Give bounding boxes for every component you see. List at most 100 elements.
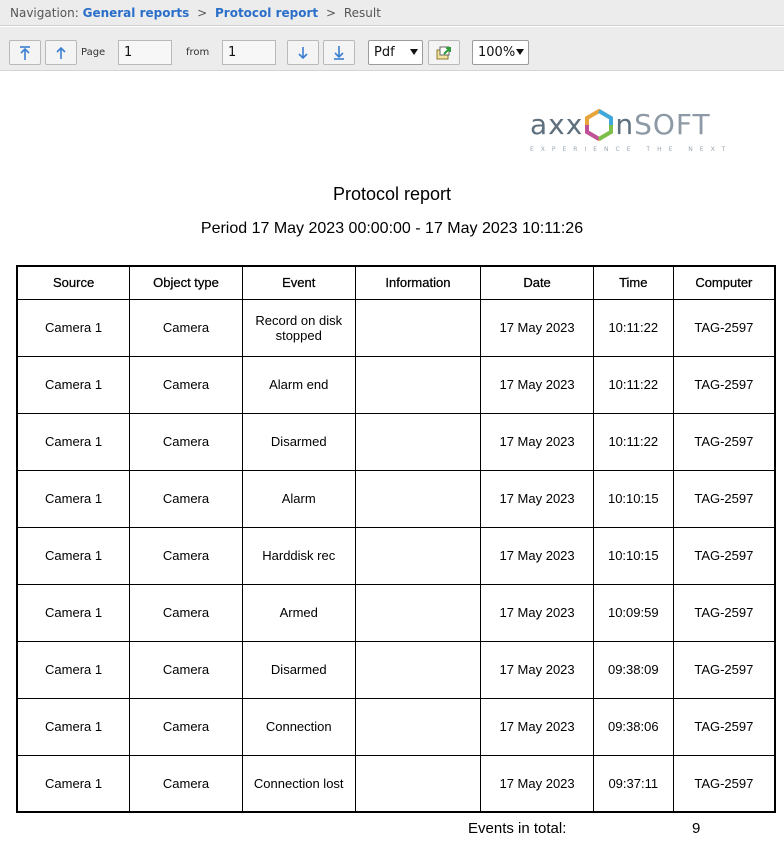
column-header-time: Time (592, 265, 674, 300)
report-period: Period 17 May 2023 00:00:00 - 17 May 202… (200, 220, 584, 237)
cell-information (354, 526, 482, 585)
cell-information (354, 640, 482, 699)
cell-time: 10:11:22 (592, 298, 674, 357)
cell-computer: TAG-2597 (672, 754, 776, 813)
cell-computer: TAG-2597 (672, 697, 776, 756)
cell-information (354, 697, 482, 756)
navigation-bar: Navigation: General reports > Protocol r… (0, 0, 784, 26)
from-label: from (186, 47, 210, 58)
cell-source: Camera 1 (16, 412, 131, 471)
cell-source: Camera 1 (16, 583, 131, 642)
chevron-down-icon (516, 49, 524, 55)
cell-object-type: Camera (129, 697, 243, 756)
previous-page-button[interactable] (45, 40, 77, 65)
cell-time: 10:11:22 (592, 355, 674, 414)
zoom-select[interactable]: 100% (472, 40, 529, 65)
cell-time: 10:09:59 (592, 583, 674, 642)
cell-source: Camera 1 (16, 640, 131, 699)
cell-object-type: Camera (129, 412, 243, 471)
logo-hexagon-icon (585, 109, 614, 141)
table-row: Camera 1 Camera Disarmed 17 May 2023 10:11:2… (16, 412, 776, 471)
cell-event: Connection lost (241, 754, 356, 813)
table-row: Camera 1 Camera Harddisk rec 17 May 2023 10:… (16, 526, 776, 585)
events-total-label: Events in total: (468, 820, 567, 837)
table-body: Camera 1 Camera Record on disk stopped 17 M… (16, 298, 776, 813)
cell-information (354, 469, 482, 528)
logo-wordmark: axx n SOFT (530, 108, 711, 141)
next-page-button[interactable] (287, 40, 319, 65)
cell-time: 09:38:09 (592, 640, 674, 699)
navigation-label: Navigation: (10, 6, 79, 20)
table-row: Camera 1 Camera Alarm 17 May 2023 10:10:15 TA… (16, 469, 776, 528)
logo-tagline: EXPERIENCE THE NEXT (530, 146, 733, 153)
cell-source: Camera 1 (16, 355, 131, 414)
cell-source: Camera 1 (16, 298, 131, 357)
page-label: Page (81, 47, 106, 58)
table-row: Camera 1 Camera Disarmed 17 May 2023 09:38:0… (16, 640, 776, 699)
cell-information (354, 583, 482, 642)
cell-time: 10:11:22 (592, 412, 674, 471)
cell-computer: TAG-2597 (672, 583, 776, 642)
table-row: Camera 1 Camera Connection lost 17 May 2023… (16, 754, 776, 813)
table-row: Camera 1 Camera Alarm end 17 May 2023 10:11:… (16, 355, 776, 414)
breadcrumb-protocol-report[interactable]: Protocol report (215, 6, 318, 20)
previous-page-icon (56, 46, 66, 59)
last-page-button[interactable] (323, 40, 355, 65)
column-header-date: Date (480, 265, 594, 300)
cell-event: Disarmed (241, 412, 356, 471)
export-button[interactable] (428, 40, 460, 65)
column-header-object-type: Object type (129, 265, 243, 300)
first-page-icon (20, 45, 30, 60)
breadcrumb-separator: > (197, 6, 208, 20)
column-header-source: Source (16, 265, 131, 300)
cell-time: 09:38:06 (592, 697, 674, 756)
cell-date: 17 May 2023 (480, 526, 594, 585)
page-input[interactable]: 1 (118, 40, 172, 65)
cell-source: Camera 1 (16, 469, 131, 528)
cell-object-type: Camera (129, 469, 243, 528)
cell-object-type: Camera (129, 298, 243, 357)
breadcrumb-current: Result (343, 6, 381, 20)
table-row: Camera 1 Camera Armed 17 May 2023 10:09:59 TA… (16, 583, 776, 642)
cell-computer: TAG-2597 (672, 640, 776, 699)
cell-computer: TAG-2597 (672, 355, 776, 414)
breadcrumb-separator: > (325, 6, 337, 20)
first-page-button[interactable] (9, 40, 41, 65)
cell-object-type: Camera (129, 640, 243, 699)
total-pages-field: 1 (222, 40, 276, 65)
cell-computer: TAG-2597 (672, 526, 776, 585)
cell-event: Connection (241, 697, 356, 756)
cell-date: 17 May 2023 (480, 640, 594, 699)
cell-event: Harddisk rec (241, 526, 356, 585)
export-icon (436, 46, 451, 59)
cell-date: 17 May 2023 (480, 697, 594, 756)
report-toolbar: Page 1 from 1 Pdf 100% (0, 27, 784, 71)
column-header-information: Information (354, 265, 482, 300)
export-format-select[interactable]: Pdf (368, 40, 423, 65)
table-header-row: Source Object type Event Information Date Tim… (16, 265, 776, 300)
chevron-down-icon (410, 49, 418, 55)
events-table: Source Object type Event Information Date Tim… (16, 265, 776, 813)
last-page-icon (334, 45, 344, 60)
report-title: Protocol report (332, 184, 452, 204)
cell-object-type: Camera (129, 355, 243, 414)
cell-date: 17 May 2023 (480, 412, 594, 471)
column-header-computer: Computer (672, 265, 776, 300)
cell-date: 17 May 2023 (480, 754, 594, 813)
export-format-value: Pdf (374, 45, 395, 60)
cell-computer: TAG-2597 (672, 469, 776, 528)
breadcrumb-general-reports[interactable]: General reports (83, 6, 190, 20)
cell-source: Camera 1 (16, 697, 131, 756)
cell-time: 09:37:11 (592, 754, 674, 813)
cell-event: Record on disk stopped (241, 298, 356, 357)
next-page-icon (298, 46, 308, 59)
column-header-event: Event (241, 265, 356, 300)
cell-time: 10:10:15 (592, 526, 674, 585)
company-logo: axx n SOFT EXPERIENCE THE NEXT (530, 108, 740, 160)
cell-computer: TAG-2597 (672, 412, 776, 471)
cell-information (354, 298, 482, 357)
cell-information (354, 355, 482, 414)
cell-date: 17 May 2023 (480, 583, 594, 642)
cell-event: Armed (241, 583, 356, 642)
events-total-value: 9 (692, 820, 701, 837)
